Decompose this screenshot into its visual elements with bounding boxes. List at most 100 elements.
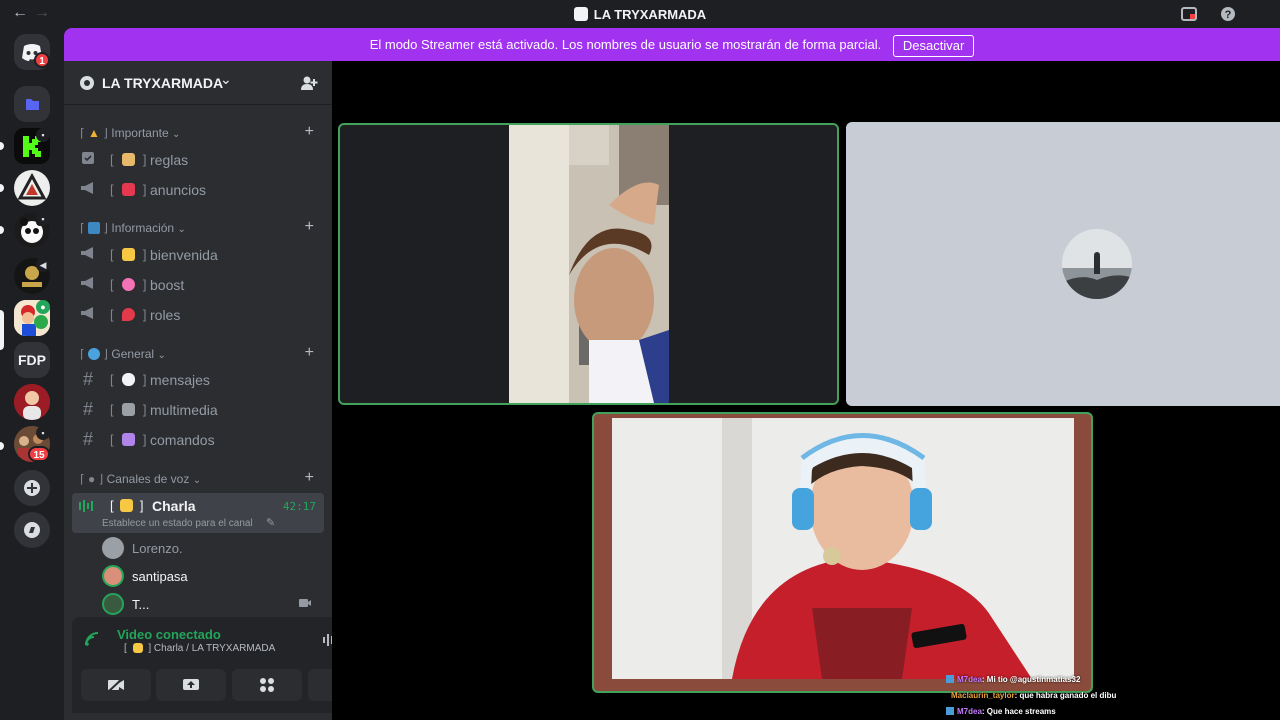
channel-reglas[interactable]: [ ] reglas bbox=[72, 146, 324, 174]
channel-label: comandos bbox=[150, 432, 215, 448]
category-canales-de-voz[interactable]: ⌈ ● ⌋ Canales de voz ⌄ bbox=[80, 472, 201, 486]
megaphone-icon bbox=[80, 246, 96, 262]
live-icon: ● bbox=[36, 300, 50, 314]
megaphone-icon bbox=[80, 181, 96, 197]
unread-pill bbox=[0, 442, 4, 450]
channel-emoji-decoration: [ ] bbox=[110, 182, 148, 197]
connection-location[interactable]: [ ] Charla / LA TRYXARMADA bbox=[124, 643, 275, 654]
camera-off-icon bbox=[107, 677, 124, 693]
voice-user-t[interactable]: T... bbox=[102, 592, 318, 616]
chat-username: M7dea bbox=[957, 675, 982, 684]
title-bar: ← → LA TRYXARMADA ? bbox=[0, 0, 1280, 28]
add-server-button[interactable] bbox=[14, 470, 50, 506]
channel-comandos[interactable]: # [ ] comandos bbox=[72, 426, 324, 454]
chat-username: M7dea bbox=[957, 707, 982, 716]
channel-label: roles bbox=[150, 307, 181, 323]
category-label: General bbox=[111, 347, 155, 361]
category-informacion[interactable]: ⌈ ⌋ Información ⌄ bbox=[80, 221, 186, 235]
disable-streamer-mode-button[interactable]: Desactivar bbox=[892, 34, 975, 57]
channel-anuncios[interactable]: [ ] anuncios bbox=[72, 176, 324, 204]
channel-label: reglas bbox=[150, 152, 189, 168]
channel-status-prompt[interactable]: Establece un estado para el canal bbox=[102, 518, 253, 529]
user-avatar bbox=[102, 537, 124, 559]
channel-emoji-decoration: [ ] bbox=[110, 152, 148, 167]
pencil-icon[interactable]: ✎ bbox=[266, 516, 275, 529]
video-camera-icon bbox=[298, 596, 312, 614]
server-red-avatar[interactable] bbox=[14, 384, 50, 420]
chat-text: : Que hace streams bbox=[981, 707, 1056, 716]
create-channel-icon[interactable]: + bbox=[305, 218, 314, 236]
connection-status[interactable]: Video conectado bbox=[117, 627, 221, 642]
channel-boost[interactable]: [ ] boost bbox=[72, 271, 324, 299]
explore-button[interactable] bbox=[14, 512, 50, 548]
chat-message: Maclaurin_taylor: que habra ganado el di… bbox=[946, 688, 1266, 704]
channel-emoji-decoration: [ ] bbox=[110, 402, 148, 417]
category-label: Importante bbox=[111, 126, 169, 140]
channel-bienvenida[interactable]: [ ] bienvenida bbox=[72, 241, 324, 269]
triangle-logo-icon bbox=[15, 171, 49, 205]
activities-button[interactable] bbox=[232, 669, 302, 701]
server-header[interactable]: LA TRYXARMADA ⌄ bbox=[64, 61, 332, 105]
camera-emoji-icon bbox=[122, 403, 136, 416]
video-tile-user-3[interactable] bbox=[592, 412, 1093, 693]
channel-emoji-decoration: [ ] bbox=[110, 277, 148, 292]
channel-emoji-decoration: [ ] bbox=[110, 307, 148, 322]
speaker-person-emoji-icon bbox=[132, 643, 143, 653]
voice-timer: 42:17 bbox=[282, 500, 316, 513]
turn-off-camera-button[interactable] bbox=[81, 669, 151, 701]
connection-signal-icon bbox=[84, 631, 102, 652]
voice-channel-name: Charla bbox=[152, 498, 196, 514]
server-rail: 1 ▪ ▪ ◀ ● FDP ▪ 15 bbox=[0, 28, 64, 720]
help-icon[interactable]: ? bbox=[1219, 5, 1237, 23]
channel-multimedia[interactable]: # [ ] multimedia bbox=[72, 396, 324, 424]
category-importante[interactable]: ⌈ ▲ ⌋ Importante ⌄ bbox=[80, 126, 180, 140]
chat-bubble-icon: ▪ bbox=[36, 212, 50, 226]
participant-video-feed bbox=[612, 418, 1074, 679]
streamer-mode-banner: El modo Streamer está activado. Los nomb… bbox=[64, 28, 1280, 61]
channel-label: mensajes bbox=[150, 372, 210, 388]
user-name: santipasa bbox=[132, 569, 188, 584]
chat-bubble-icon: ▪ bbox=[36, 426, 50, 440]
channel-mensajes[interactable]: # [ ] mensajes bbox=[72, 366, 324, 394]
chat-username: Maclaurin_taylor bbox=[951, 691, 1015, 700]
channel-emoji-decoration: [ ] bbox=[110, 372, 148, 387]
share-screen-button[interactable] bbox=[156, 669, 226, 701]
user-name: T... bbox=[132, 597, 150, 612]
voice-user-lorenzo[interactable]: Lorenzo. bbox=[102, 536, 318, 560]
activities-icon bbox=[260, 678, 274, 692]
category-general[interactable]: ⌈ ⌋ General ⌄ bbox=[80, 347, 166, 361]
user-name: Lorenzo. bbox=[132, 541, 183, 556]
folder-icon bbox=[26, 99, 39, 110]
selected-server-pill bbox=[0, 310, 4, 350]
pushpin-emoji-icon bbox=[122, 308, 136, 321]
folder-button[interactable] bbox=[14, 86, 50, 122]
video-tile-user-1[interactable] bbox=[338, 123, 839, 405]
hash-icon: # bbox=[82, 429, 93, 449]
speaker-person-emoji-icon bbox=[120, 499, 134, 512]
create-channel-icon[interactable]: + bbox=[305, 123, 314, 141]
unread-pill bbox=[0, 184, 4, 192]
chat-message: M7dea: Mi tio @agustinmatias32 bbox=[946, 672, 1266, 688]
chat-bubble-icon: ▪ bbox=[36, 128, 50, 142]
voice-channel-charla[interactable]: [ ] Charla 42:17 Establece un estado par… bbox=[72, 493, 324, 533]
create-channel-icon[interactable]: + bbox=[305, 469, 314, 487]
megaphone-icon bbox=[80, 306, 96, 322]
voice-user-santipasa[interactable]: santipasa bbox=[102, 564, 318, 588]
person-avatar-icon bbox=[14, 384, 50, 420]
moderator-badge-icon bbox=[946, 675, 954, 683]
moderator-badge-icon bbox=[946, 707, 954, 715]
home-notification-badge: 1 bbox=[34, 52, 50, 68]
video-tile-user-2[interactable] bbox=[846, 122, 1280, 406]
server-triangle[interactable] bbox=[14, 170, 50, 206]
channel-emoji-decoration: [ ] bbox=[110, 247, 148, 262]
stream-chat-overlay: M7dea: Mi tio @agustinmatias32 Maclaurin… bbox=[946, 672, 1266, 720]
inbox-icon[interactable] bbox=[1180, 5, 1198, 23]
invite-people-icon[interactable] bbox=[300, 74, 318, 97]
mentions-badge: 15 bbox=[28, 446, 50, 462]
channel-label: anuncios bbox=[150, 182, 207, 198]
create-channel-icon[interactable]: + bbox=[305, 344, 314, 362]
server-fdp[interactable]: FDP bbox=[14, 342, 50, 378]
rules-channel-icon bbox=[80, 151, 96, 167]
scroll-emoji-icon bbox=[122, 153, 136, 166]
channel-roles[interactable]: [ ] roles bbox=[72, 301, 324, 329]
